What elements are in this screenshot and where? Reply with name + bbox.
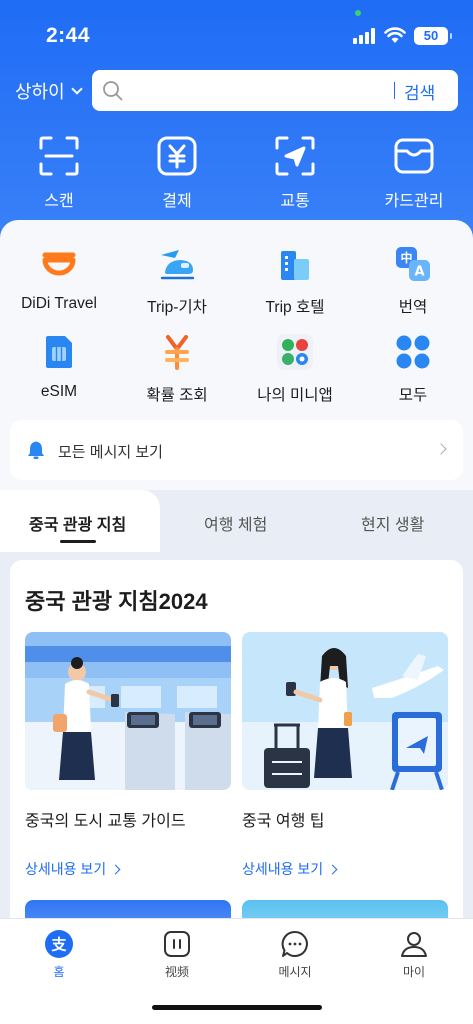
- quick-action-label: 카드관리: [384, 193, 444, 210]
- service-didi[interactable]: DiDi Travel: [4, 246, 114, 313]
- tab-china-travel-guide[interactable]: 중국 관광 지침: [29, 511, 126, 535]
- city-selector[interactable]: 상하이: [15, 78, 83, 104]
- guide-card-travel-tips[interactable]: 중국 여행 팁 상세내용 보기: [242, 632, 448, 879]
- service-label: DiDi Travel: [21, 295, 97, 312]
- nav-label: 视频: [164, 965, 189, 979]
- nav-label: 메시지: [278, 965, 312, 979]
- yuan-payment-icon: [157, 136, 197, 176]
- train-icon: [160, 250, 195, 280]
- svg-text:中: 中: [400, 250, 412, 265]
- scan-icon: [39, 136, 79, 176]
- service-label: 나의 미니앱: [257, 387, 333, 404]
- esim-icon: [46, 336, 72, 368]
- service-exchange-rate[interactable]: 확률 조회: [122, 334, 232, 405]
- wifi-icon: [384, 27, 406, 43]
- profile-icon: [401, 932, 427, 957]
- tab-indicator: [60, 540, 96, 543]
- guide-card-link-label: 상세내용 보기: [242, 861, 324, 877]
- service-label: Trip-기차: [147, 299, 207, 316]
- quick-action-label: 결제: [162, 193, 192, 210]
- battery-indicator: 50: [414, 27, 452, 45]
- didi-icon: [42, 252, 76, 276]
- metro-gate-illustration: [25, 632, 231, 790]
- nav-messages[interactable]: 메시지: [255, 929, 335, 980]
- service-mini-apps[interactable]: 나의 미니앱: [240, 334, 350, 405]
- exchange-rate-icon: [165, 335, 189, 370]
- tab-local-life[interactable]: 현지 생활: [361, 511, 424, 535]
- bell-icon: [28, 441, 44, 459]
- guide-title: 중국 관광 지침2024: [25, 589, 208, 614]
- city-label: 상하이: [15, 82, 65, 102]
- privacy-indicator: [355, 10, 361, 16]
- service-translate[interactable]: 中 A 번역: [358, 246, 468, 317]
- nav-home[interactable]: 支 홈: [19, 929, 99, 980]
- service-esim[interactable]: eSIM: [4, 334, 114, 401]
- search-bar: 검색: [92, 70, 458, 111]
- all-icon: [396, 335, 430, 369]
- service-label: Trip 호텔: [265, 299, 325, 316]
- service-hotel[interactable]: Trip 호텔: [240, 246, 350, 317]
- status-time: 2:44: [46, 24, 91, 47]
- quick-action-label: 스캔: [44, 193, 74, 210]
- hotel-icon: [281, 251, 309, 280]
- chevron-down-icon: [71, 83, 83, 95]
- guide-card-title: 중국의 도시 교통 가이드: [25, 813, 186, 830]
- svg-text:A: A: [414, 265, 424, 280]
- nav-label: 홈: [53, 965, 65, 979]
- quick-action-label: 교통: [280, 193, 310, 210]
- quick-action-cards[interactable]: 카드관리: [374, 135, 454, 211]
- search-icon: [103, 81, 123, 101]
- message-icon: [281, 930, 308, 957]
- translate-icon: 中 A: [396, 247, 430, 281]
- guide-card-link-label: 상세내용 보기: [25, 861, 107, 877]
- quick-action-transport[interactable]: 교통: [255, 135, 335, 211]
- all-messages-bar[interactable]: 모든 메시지 보기: [10, 420, 463, 480]
- guide-card-link[interactable]: 상세내용 보기: [242, 859, 448, 879]
- quick-action-scan[interactable]: 스캔: [19, 135, 99, 211]
- service-all[interactable]: 모두: [358, 334, 468, 405]
- chevron-right-icon: [110, 864, 121, 874]
- search-button[interactable]: 검색: [404, 79, 435, 104]
- status-bar: 2:44 50: [0, 0, 473, 60]
- nav-my[interactable]: 마이: [374, 929, 454, 980]
- tab-travel-experience[interactable]: 여행 체험: [204, 511, 267, 535]
- transport-icon: [275, 136, 315, 176]
- chevron-right-icon: [327, 864, 338, 874]
- service-train[interactable]: Trip-기차: [122, 246, 232, 317]
- airport-illustration: [242, 632, 448, 791]
- service-label: 확률 조회: [146, 387, 208, 404]
- search-divider: [394, 82, 395, 99]
- nav-video[interactable]: 视频: [137, 929, 217, 980]
- quick-action-pay[interactable]: 결제: [137, 135, 217, 211]
- guide-card-transport[interactable]: 중국의 도시 교통 가이드 상세내용 보기: [25, 632, 231, 879]
- service-label: 모두: [398, 387, 428, 404]
- signal-icon: [353, 28, 377, 44]
- service-label: 번역: [398, 299, 428, 316]
- home-indicator: [152, 1005, 322, 1010]
- all-messages-label: 모든 메시지 보기: [58, 444, 163, 461]
- home-alipay-icon: 支: [45, 930, 73, 958]
- guide-card-link[interactable]: 상세내용 보기: [25, 859, 231, 879]
- mini-apps-icon: [277, 334, 313, 370]
- search-input[interactable]: [132, 78, 432, 103]
- guide-card-title: 중국 여행 팁: [242, 813, 325, 830]
- svg-text:支: 支: [50, 936, 67, 954]
- card-wallet-icon: [394, 138, 434, 174]
- chevron-right-icon: [435, 443, 447, 455]
- nav-label: 마이: [402, 965, 426, 979]
- video-icon: [164, 931, 190, 957]
- service-label: eSIM: [40, 383, 78, 400]
